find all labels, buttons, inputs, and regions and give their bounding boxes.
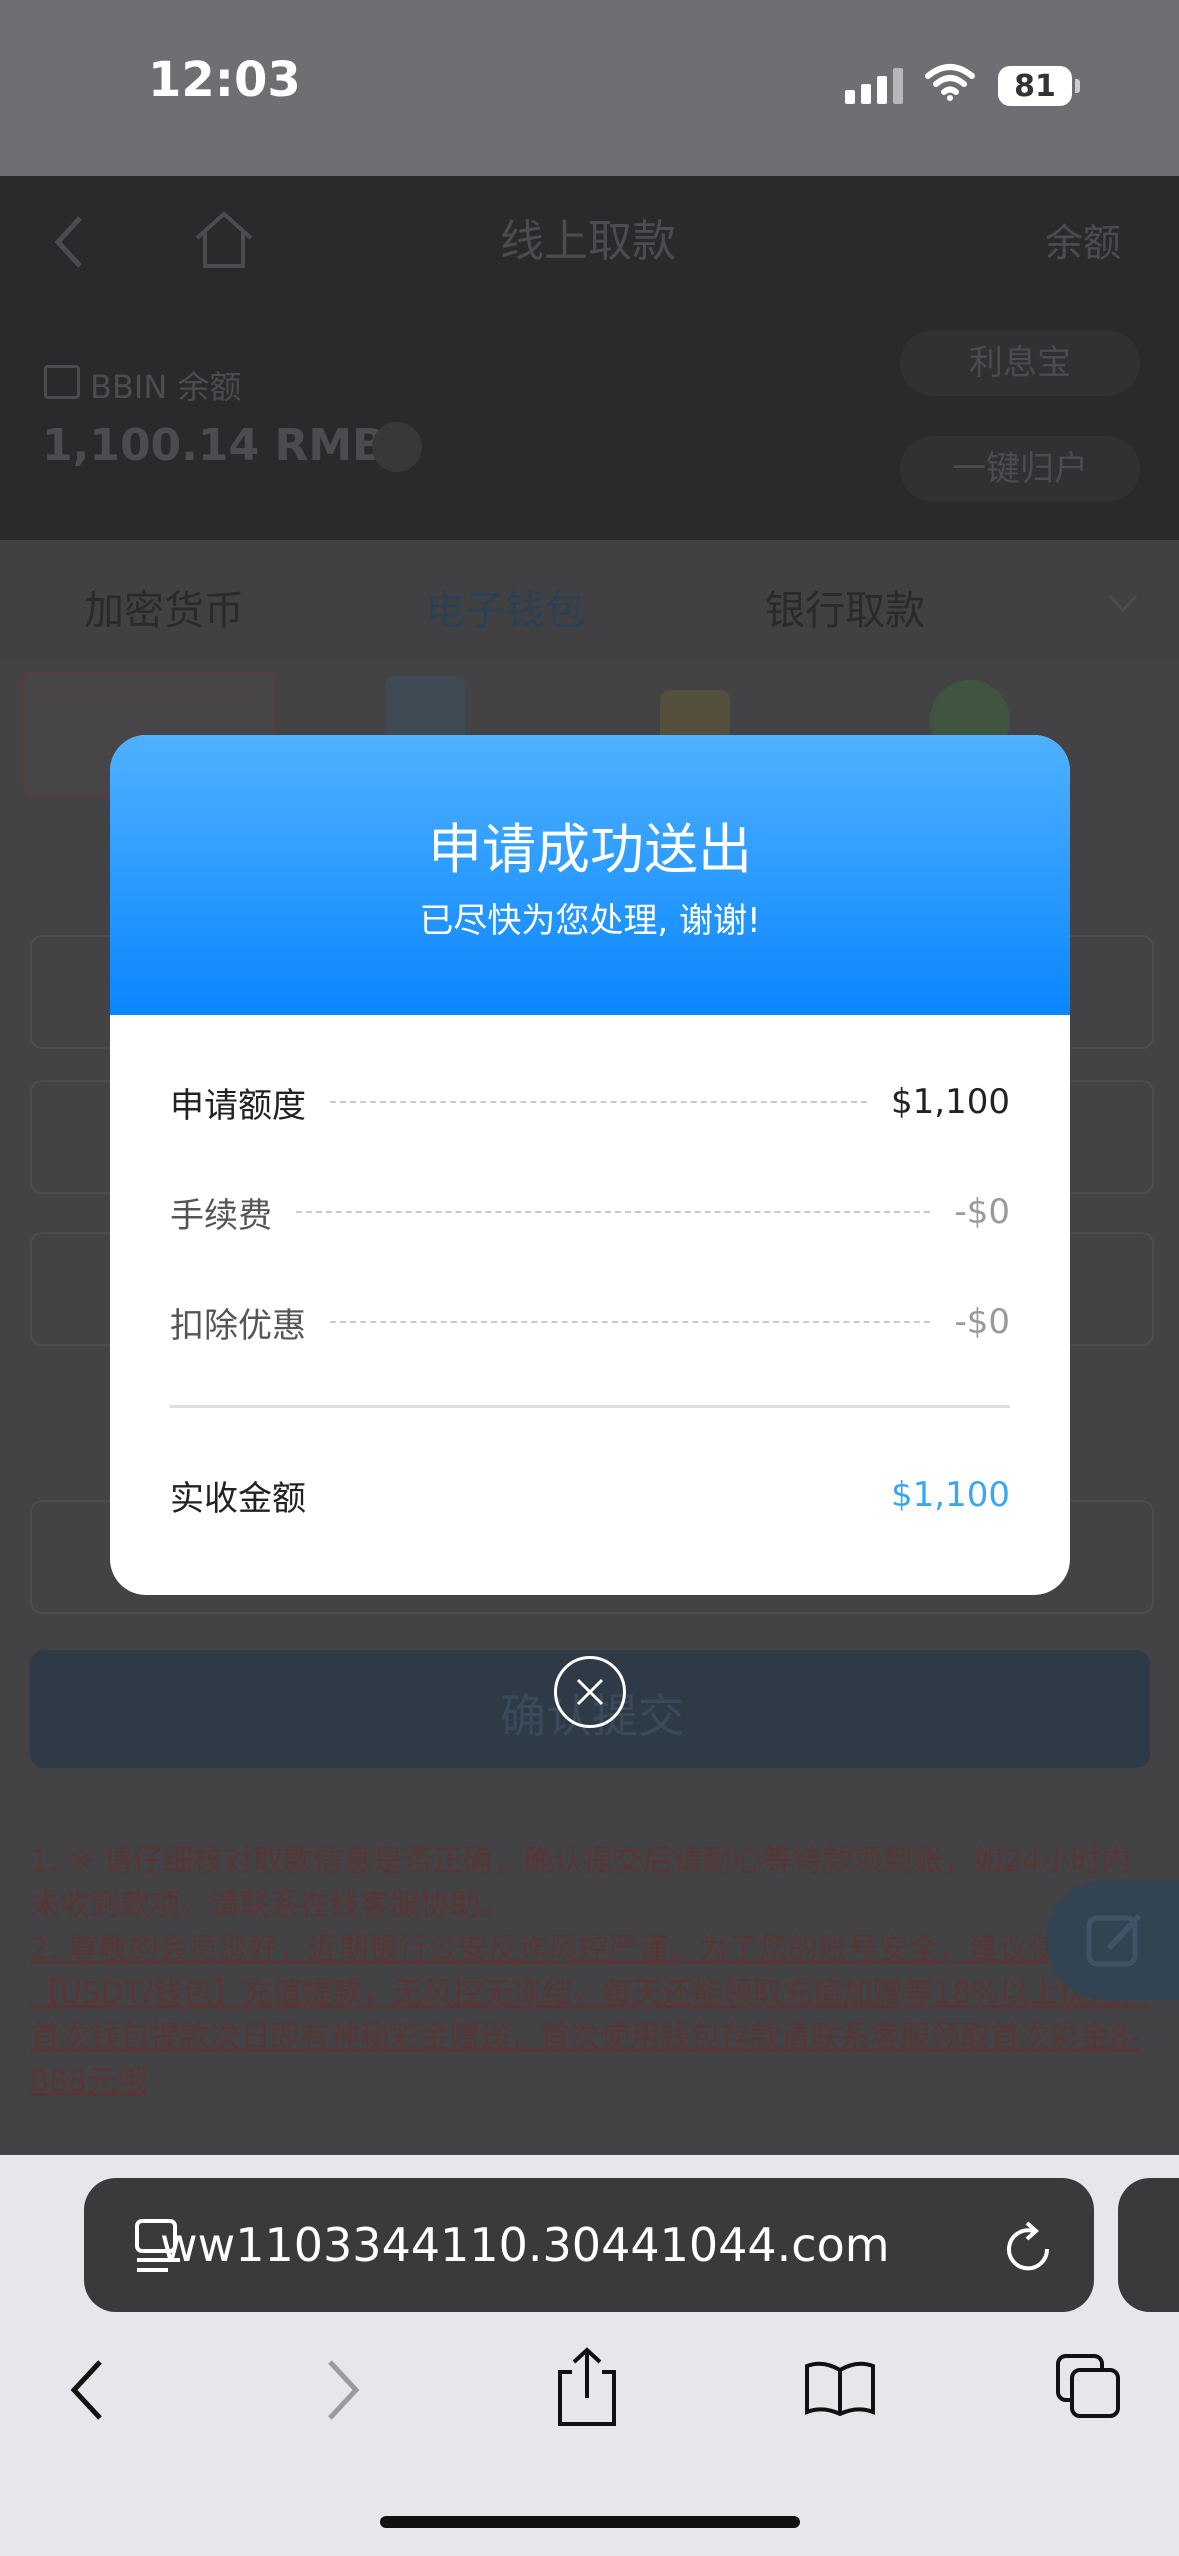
status-time: 12:03: [148, 52, 301, 108]
tab-ewallet[interactable]: 电子钱包: [425, 578, 585, 636]
row-label: 申请额度: [170, 1085, 306, 1126]
forward-icon[interactable]: [324, 2358, 364, 2422]
back-icon[interactable]: [66, 2358, 106, 2422]
one-click-button[interactable]: 一键归户: [900, 436, 1140, 502]
edit-icon: [1086, 1913, 1142, 1967]
tab-crypto[interactable]: 加密货币: [84, 578, 244, 636]
share-icon[interactable]: [556, 2346, 618, 2428]
row-fee: 手续费 -$0: [170, 1182, 1010, 1242]
success-modal: 申请成功送出 已尽快为您处理, 谢谢! 申请额度 $1,100 手续费 -$0 …: [110, 735, 1070, 1595]
balance-link[interactable]: 余额: [1045, 212, 1121, 267]
row-value: -$0: [954, 1192, 1010, 1232]
notice-item: 2. 尊敬的会员您好，近期银行公安反诈风控严谨，为了您的账号安全，建议使用【US…: [30, 1932, 1150, 2099]
battery-icon: 81: [998, 66, 1072, 106]
next-tab-address-bar[interactable]: [1118, 2178, 1179, 2312]
home-icon[interactable]: [193, 208, 255, 270]
total-value: $1,100: [891, 1475, 1010, 1515]
row-label: 扣除优惠: [170, 1305, 306, 1346]
wifi-icon: [925, 64, 975, 101]
close-icon: [576, 1678, 604, 1706]
account-label: BBIN 余额: [90, 368, 242, 406]
account-balance: 1,100.14 RMB: [42, 420, 386, 471]
chevron-down-icon[interactable]: [1108, 594, 1138, 614]
home-indicator: [380, 2516, 800, 2528]
reload-icon[interactable]: [1003, 2219, 1055, 2275]
interest-button[interactable]: 利息宝: [900, 330, 1140, 396]
wallet-icon: [44, 365, 80, 399]
total-label: 实收金额: [170, 1478, 306, 1519]
tabs-icon[interactable]: [1054, 2352, 1124, 2422]
row-total: 实收金额 $1,100: [170, 1465, 1010, 1525]
notice-item: 1. ※ 请仔细核对取款信息是否正确，确认提交后请耐心等待款项到账，如24小时内…: [30, 1844, 1132, 1923]
divider: [170, 1405, 1010, 1408]
row-value: $1,100: [891, 1082, 1010, 1122]
row-value: -$0: [954, 1302, 1010, 1342]
refresh-balance-icon[interactable]: [372, 422, 422, 472]
modal-subtitle: 已尽快为您处理, 谢谢!: [419, 901, 761, 941]
row-requested-amount: 申请额度 $1,100: [170, 1072, 1010, 1132]
close-button[interactable]: [554, 1656, 626, 1728]
back-icon[interactable]: [50, 214, 90, 270]
modal-title: 申请成功送出: [428, 818, 752, 881]
bookmarks-icon[interactable]: [803, 2360, 877, 2416]
dotted-leader: [330, 1101, 868, 1103]
row-label: 手续费: [170, 1195, 272, 1236]
dotted-leader: [330, 1321, 931, 1323]
cellular-signal-icon: [845, 68, 903, 104]
dotted-leader: [296, 1211, 931, 1213]
notice-list: 1. ※ 请仔细核对取款信息是否正确，确认提交后请耐心等待款项到账，如24小时内…: [30, 1840, 1150, 2104]
battery-tip: [1075, 79, 1080, 93]
row-discount: 扣除优惠 -$0: [170, 1292, 1010, 1352]
tab-bank[interactable]: 银行取款: [765, 578, 925, 636]
url-text: ww1103344110.30441044.com: [160, 2218, 890, 2272]
page-title: 线上取款: [500, 216, 676, 267]
